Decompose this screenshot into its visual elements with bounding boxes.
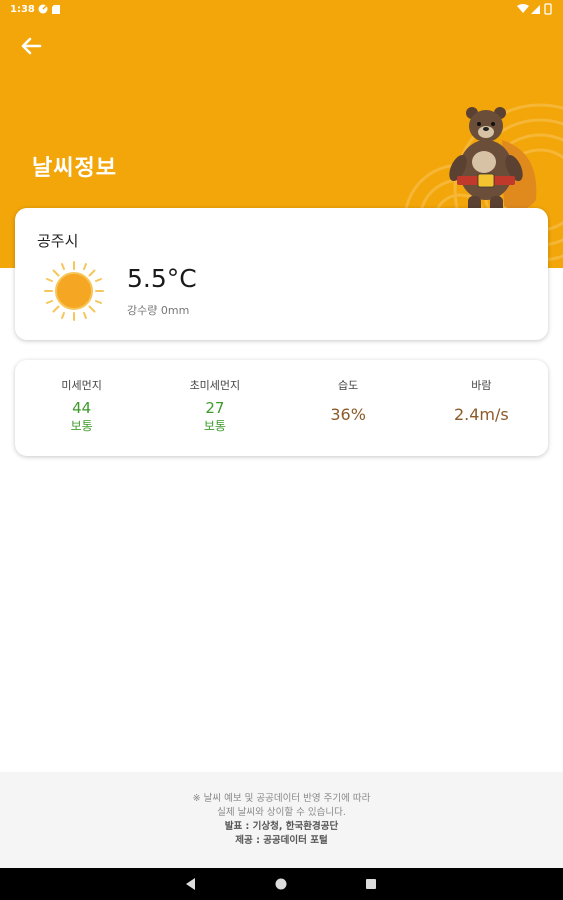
notice-line-2: 실제 날씨와 상이할 수 있습니다. bbox=[217, 807, 346, 818]
air-quality-card: 미세먼지 44 보통 초미세먼지 27 보통 습도 36% 바람 2.4m/s bbox=[15, 360, 548, 456]
stat-status: 보통 bbox=[203, 419, 226, 433]
data-source: 발표 : 기상청, 한국환경공단 bbox=[224, 821, 339, 832]
data-provider: 제공 : 공공데이터 포털 bbox=[235, 835, 328, 846]
status-bar: 1:38 bbox=[0, 0, 563, 20]
sun-icon bbox=[44, 261, 104, 321]
stat-humidity: 습도 36% bbox=[282, 360, 415, 456]
stat-value: 36% bbox=[330, 405, 366, 424]
stat-label: 초미세먼지 bbox=[189, 379, 241, 392]
wifi-icon bbox=[517, 4, 529, 13]
temperature: 5.5°C bbox=[127, 264, 197, 293]
gauge-icon bbox=[38, 4, 48, 14]
status-right-icons bbox=[517, 3, 553, 18]
stat-label: 습도 bbox=[338, 379, 359, 392]
signal-icon bbox=[531, 5, 540, 14]
stat-label: 바람 bbox=[471, 379, 492, 392]
arrow-left-icon bbox=[21, 37, 42, 55]
stat-value: 27 bbox=[205, 399, 225, 417]
stat-ultrafine-dust: 초미세먼지 27 보통 bbox=[148, 360, 281, 456]
stat-wind: 바람 2.4m/s bbox=[415, 360, 548, 456]
footer-notice: ※ 날씨 예보 및 공공데이터 반영 주기에 따라 실제 날씨와 상이할 수 있… bbox=[0, 772, 563, 868]
battery-icon bbox=[544, 3, 552, 15]
status-left-icons bbox=[38, 3, 64, 18]
back-triangle-icon[interactable] bbox=[184, 877, 198, 891]
home-circle-icon[interactable] bbox=[274, 877, 288, 891]
stat-fine-dust: 미세먼지 44 보통 bbox=[15, 360, 148, 456]
stat-value: 2.4m/s bbox=[453, 405, 509, 424]
status-time: 1:38 bbox=[10, 4, 35, 15]
page-title: 날씨정보 bbox=[32, 156, 117, 181]
back-button[interactable] bbox=[16, 32, 46, 60]
rainfall: 강수량 0mm bbox=[127, 304, 190, 317]
stat-status: 보통 bbox=[70, 419, 93, 433]
stat-label: 미세먼지 bbox=[61, 379, 102, 392]
recents-square-icon[interactable] bbox=[364, 877, 378, 891]
stat-value: 44 bbox=[72, 399, 92, 417]
city-name: 공주시 bbox=[37, 232, 79, 250]
system-nav-bar bbox=[0, 868, 563, 900]
notice-line-1: ※ 날씨 예보 및 공공데이터 반영 주기에 따라 bbox=[192, 793, 371, 804]
sd-card-icon bbox=[52, 5, 60, 14]
weather-card: 공주시 5.5°C 강수량 0mm bbox=[15, 208, 548, 340]
